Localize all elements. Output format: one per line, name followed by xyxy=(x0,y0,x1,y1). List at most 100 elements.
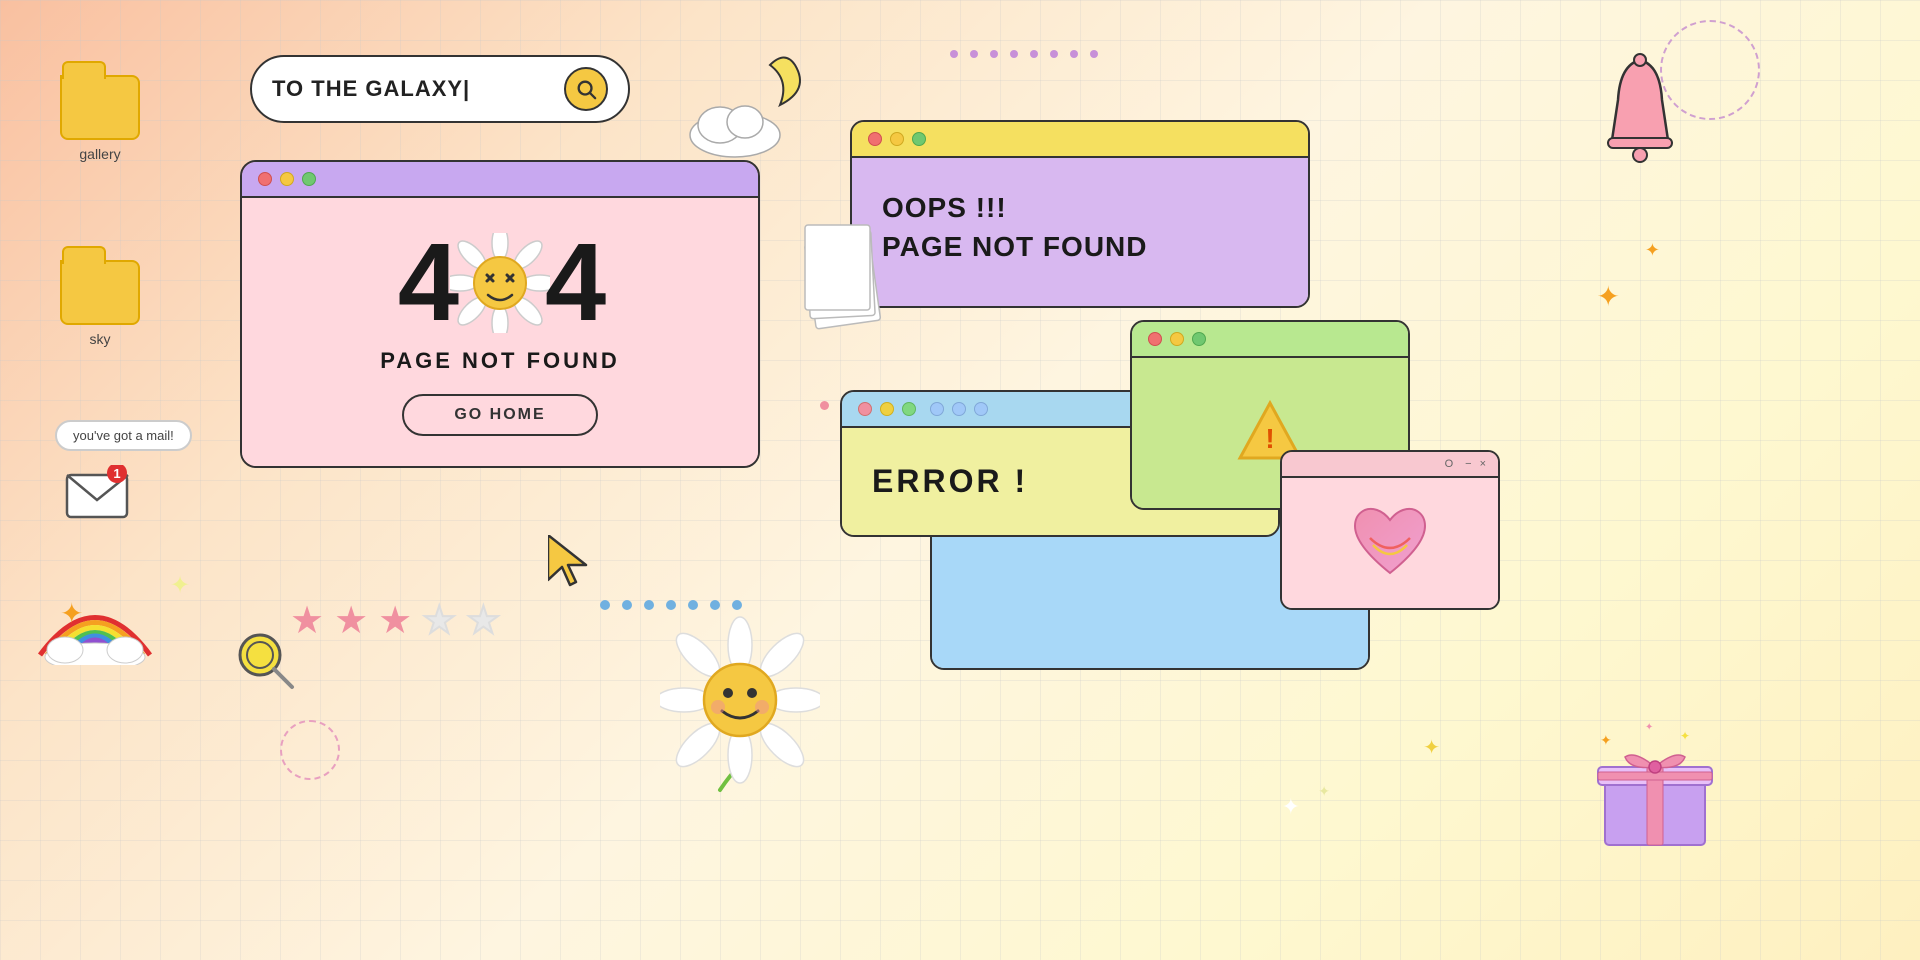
heart-icon xyxy=(1345,498,1435,588)
window-alert-titlebar xyxy=(1132,322,1408,358)
search-bar[interactable]: TO THE GALAXY| xyxy=(250,55,630,123)
folder-icon-sky xyxy=(60,260,140,325)
sparkle-white-1: ✦ xyxy=(1282,794,1300,820)
magnifier-wrap xyxy=(230,625,300,700)
daisy-large xyxy=(660,615,820,800)
window-alert-dot-yellow xyxy=(1170,332,1184,346)
window-error-dot4 xyxy=(930,402,944,416)
dot xyxy=(1050,50,1058,58)
blue-dot xyxy=(666,600,676,610)
gift-box-wrap: ✦ ✦ ✦ xyxy=(1590,715,1720,860)
cursor-svg xyxy=(548,535,593,590)
error-404-display: 4 4 xyxy=(262,228,738,338)
moon-cloud xyxy=(680,50,810,165)
error-4-left: 4 xyxy=(398,228,455,338)
mail-icon: 1 xyxy=(65,465,130,520)
window-dot-green xyxy=(302,172,316,186)
window-error-dot6 xyxy=(974,402,988,416)
dot xyxy=(990,50,998,58)
blue-dot xyxy=(710,600,720,610)
window-oops-dot-red xyxy=(868,132,882,146)
page-not-found-label: PAGE NOT FOUND xyxy=(262,348,738,374)
svg-text:✦: ✦ xyxy=(1645,722,1653,733)
dot xyxy=(1070,50,1078,58)
rainbow-svg xyxy=(35,575,155,665)
gift-box-svg: ✦ ✦ ✦ xyxy=(1590,715,1720,855)
window-small-ctrl-x: × xyxy=(1480,458,1486,470)
purple-dots-top xyxy=(950,50,1098,58)
magnifier-svg xyxy=(230,625,300,695)
window-oops-dot-green xyxy=(912,132,926,146)
go-home-button[interactable]: GO HOME xyxy=(402,394,597,436)
window-error-dot2 xyxy=(880,402,894,416)
window-error-dot5 xyxy=(952,402,966,416)
dot xyxy=(1010,50,1018,58)
cursor-arrow xyxy=(548,535,593,595)
mail-notification-text: you've got a mail! xyxy=(73,428,174,443)
bell-icon-wrap xyxy=(1590,50,1690,175)
svg-text:1: 1 xyxy=(113,466,120,481)
star-2: ★ xyxy=(334,602,368,640)
window-alert-dot-green xyxy=(1192,332,1206,346)
sparkle-3: ✦ xyxy=(1645,240,1660,261)
oops-line2: PAGE NOT FOUND xyxy=(882,227,1278,266)
svg-text:!: ! xyxy=(1265,423,1274,454)
sparkle-4: ✦ xyxy=(1423,735,1440,760)
window-small-ctrl-minus: − xyxy=(1465,458,1471,470)
daisy-large-svg xyxy=(660,615,820,795)
window-small-ctrl-o: O xyxy=(1445,458,1454,470)
star-3: ★ xyxy=(378,602,412,640)
window-dot-red xyxy=(258,172,272,186)
window-error-dot3 xyxy=(902,402,916,416)
window-oops-dot-yellow xyxy=(890,132,904,146)
window-alert-dot-red xyxy=(1148,332,1162,346)
window-404-titlebar xyxy=(242,162,758,198)
mail-notification: you've got a mail! xyxy=(55,420,192,451)
pink-dot xyxy=(820,401,829,410)
folder-gallery[interactable]: gallery xyxy=(60,75,140,162)
dot xyxy=(1030,50,1038,58)
dashed-circle-bottom xyxy=(280,720,340,780)
stars-rating: ★ ★ ★ ★ ★ xyxy=(290,602,500,640)
window-small-heart: O − × xyxy=(1280,450,1500,610)
sparkle-1: ✦ xyxy=(60,597,83,630)
window-oops-titlebar xyxy=(852,122,1308,158)
svg-text:✦: ✦ xyxy=(1680,729,1690,743)
mail-icon-wrap: 1 xyxy=(65,465,130,525)
blue-dot xyxy=(600,600,610,610)
star-5: ★ xyxy=(466,602,500,640)
oops-line1: OOPS !!! xyxy=(882,188,1278,227)
dot xyxy=(1090,50,1098,58)
search-button[interactable] xyxy=(564,67,608,111)
folder-icon-gallery xyxy=(60,75,140,140)
moon-cloud-svg xyxy=(680,50,810,160)
window-404: 4 4 xyxy=(240,160,760,468)
star-4: ★ xyxy=(422,602,456,640)
folder-sky[interactable]: sky xyxy=(60,260,140,347)
svg-text:✦: ✦ xyxy=(1600,732,1612,748)
bell-svg xyxy=(1590,50,1690,170)
window-error-dot1 xyxy=(858,402,872,416)
sparkle-white-2: ✦ xyxy=(1318,783,1330,800)
dot xyxy=(970,50,978,58)
blue-dot xyxy=(644,600,654,610)
flower-404-icon xyxy=(450,233,550,333)
search-input[interactable]: TO THE GALAXY| xyxy=(272,76,554,102)
window-dot-yellow xyxy=(280,172,294,186)
papers-stack xyxy=(800,220,890,335)
folder-label-sky: sky xyxy=(90,331,111,347)
window-oops: OOPS !!! PAGE NOT FOUND xyxy=(850,120,1310,308)
window-404-body: 4 4 xyxy=(242,198,758,466)
blue-dot xyxy=(622,600,632,610)
window-small-body xyxy=(1282,478,1498,608)
folder-label-gallery: gallery xyxy=(79,146,120,162)
blue-dot xyxy=(732,600,742,610)
dot xyxy=(950,50,958,58)
sparkle-2: ✦ xyxy=(1597,280,1620,313)
window-small-titlebar: O − × xyxy=(1282,452,1498,478)
window-oops-body: OOPS !!! PAGE NOT FOUND xyxy=(852,158,1308,306)
error-4-right: 4 xyxy=(545,228,602,338)
blue-dot xyxy=(688,600,698,610)
papers-svg xyxy=(800,220,890,330)
rainbow-wrap xyxy=(35,575,155,670)
